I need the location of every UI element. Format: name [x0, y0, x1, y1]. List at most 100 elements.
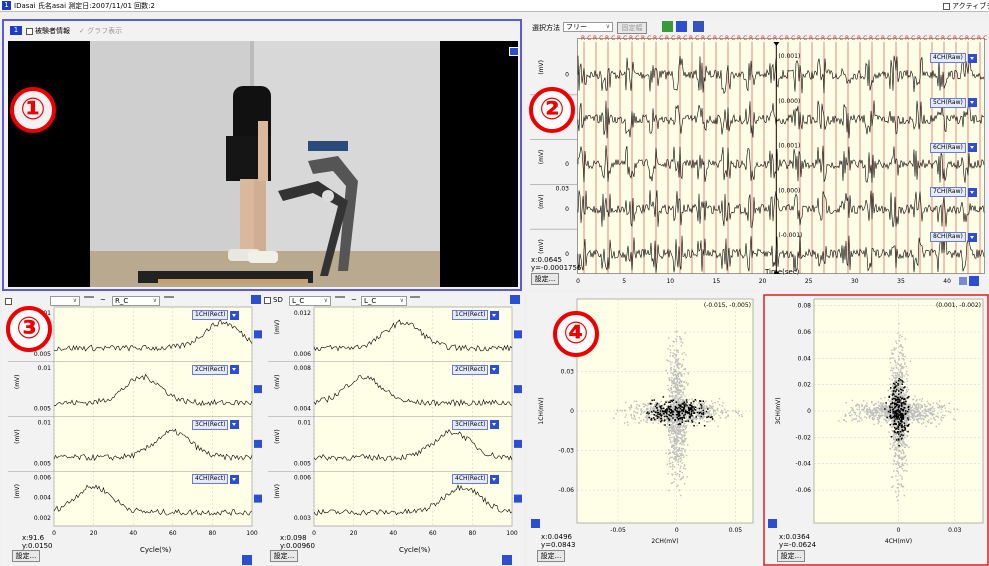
video-panel-number[interactable]: 1	[10, 26, 22, 35]
subject-info-checkbox[interactable]: 被験者情報	[26, 26, 70, 36]
rc-marker-label: R C	[929, 35, 939, 42]
data-number-badge[interactable]: 1	[2, 1, 11, 10]
channel-label[interactable]: 8CH(Raw)	[930, 232, 966, 243]
scatter-point	[689, 404, 691, 407]
scatter-point	[694, 406, 697, 408]
scatter-point-bg	[673, 390, 675, 393]
channel-label[interactable]: 4CH(Rect)	[192, 474, 229, 485]
averaged-emg-charts: 0 20 40 60 80 100 (mV) 0.01 0.005 1CH(Rect) (mV) 0.…	[8, 306, 522, 537]
zoom-plus-icon[interactable]	[969, 276, 979, 286]
channel-dropdown-icon[interactable]	[230, 365, 240, 375]
scatter-point-bg	[885, 406, 887, 408]
scatter-point	[902, 381, 904, 383]
scatter-point-bg	[666, 426, 669, 428]
channel-dropdown-icon[interactable]	[230, 420, 240, 429]
channel-dropdown-icon[interactable]	[490, 310, 500, 320]
channel-label[interactable]: 1CH(Rect)	[452, 310, 489, 320]
scatter-point-bg	[897, 355, 899, 357]
scatter-point-bg	[906, 470, 908, 472]
right-settings-button[interactable]: 設定...	[270, 550, 298, 562]
scatter-point-bg	[680, 465, 682, 468]
scatter-point-bg	[896, 392, 898, 395]
scatter-point-bg	[674, 370, 676, 373]
rc-marker-label: R C	[953, 35, 963, 42]
scatter-left-settings[interactable]: 設定...	[537, 550, 565, 562]
scatter-point-bg	[906, 463, 908, 465]
channel-label[interactable]: 5CH(Raw)	[930, 97, 966, 108]
video-expand-icon[interactable]	[509, 47, 519, 56]
channel-dropdown-icon[interactable]	[490, 474, 500, 484]
checkbox-box[interactable]	[26, 27, 33, 35]
active-data-checkbox[interactable]: アクティブデー	[943, 1, 989, 11]
scatter-point-bg	[670, 440, 672, 443]
scatter-point-bg	[674, 478, 676, 480]
scatter-point-bg	[667, 360, 669, 362]
scatter-point-bg	[879, 409, 881, 411]
scatter-point-bg	[672, 383, 674, 385]
channel-dropdown-icon[interactable]	[230, 310, 240, 320]
scatter-point	[898, 377, 900, 380]
scatter-point-bg	[901, 456, 903, 458]
scatter-point	[650, 419, 652, 421]
scatter-point-bg	[687, 373, 689, 375]
settings-button[interactable]: 設定...	[531, 273, 559, 285]
rc-marker-label: R C	[893, 35, 903, 42]
scatter-point-bg	[671, 380, 673, 383]
scatter-point	[893, 413, 896, 415]
scatter-point-bg	[712, 402, 714, 405]
scatter-point-bg	[898, 322, 900, 325]
scatter-point-bg	[678, 372, 681, 374]
scatter-point-bg	[902, 395, 904, 397]
channel-dropdown-icon[interactable]	[967, 98, 977, 108]
channel-dropdown-icon[interactable]	[230, 474, 240, 484]
channel-label[interactable]: 7CH(Raw)	[930, 187, 966, 198]
left-settings-button[interactable]: 設定...	[12, 550, 40, 562]
scatter-point	[898, 433, 900, 435]
channel-label[interactable]: 4CH(Rect)	[452, 474, 489, 485]
channel-label[interactable]: 1CH(Rect)	[192, 310, 229, 320]
scatter-point-bg	[944, 414, 946, 417]
scatter-point-bg	[667, 388, 669, 390]
scatter-point-bg	[643, 405, 645, 408]
channel-ylabel: (mV)	[274, 374, 281, 389]
scatter-right-settings[interactable]: 設定...	[777, 550, 805, 562]
scatter-point-bg	[898, 340, 900, 342]
scatter-point-bg	[903, 375, 905, 377]
checkbox-box[interactable]	[943, 2, 950, 10]
left-zoom-plus-icon[interactable]	[242, 555, 252, 565]
scatter-point	[893, 410, 896, 413]
channel-dropdown-icon[interactable]	[490, 365, 500, 375]
scatter-point-bg	[621, 409, 623, 412]
scatter-point-bg	[632, 418, 635, 420]
rc-marker-label: R C	[881, 35, 891, 42]
scatter-point	[898, 410, 901, 413]
right-zoom-plus-icon[interactable]	[502, 555, 512, 565]
scatter-point-bg	[909, 360, 912, 362]
channel-dropdown-icon[interactable]	[967, 187, 977, 197]
channel-label[interactable]: 2CH(Rect)	[452, 364, 489, 375]
channel-dropdown-icon[interactable]	[967, 232, 977, 242]
channel-label[interactable]: 3CH(Rect)	[452, 419, 489, 430]
scatter-point	[902, 429, 905, 432]
channel-dropdown-icon[interactable]	[490, 420, 500, 429]
channel-label[interactable]: 4CH(Raw)	[930, 53, 966, 63]
channel-label[interactable]: 6CH(Raw)	[930, 142, 966, 153]
channel-label[interactable]: 3CH(Rect)	[192, 419, 229, 430]
scatter-point-bg	[616, 409, 619, 411]
scatter-point-bg	[679, 452, 681, 455]
graph-display-checkbox[interactable]: ✓ グラフ表示	[79, 26, 122, 36]
scatter-point	[665, 415, 668, 418]
scatter-point-bg	[863, 400, 865, 402]
zoom-minus-icon[interactable]	[959, 277, 967, 285]
channel-dropdown-icon[interactable]	[967, 53, 977, 63]
scatter-point-bg	[879, 414, 881, 417]
scatter-point	[895, 428, 897, 430]
channel-label[interactable]: 2CH(Rect)	[192, 364, 229, 375]
scatter-point-bg	[899, 429, 902, 431]
scatter-point-bg	[927, 408, 929, 410]
scatter-point-bg	[933, 408, 935, 410]
scatter-point-bg	[676, 446, 678, 448]
channel-dropdown-icon[interactable]	[967, 143, 977, 153]
scatter-point-bg	[675, 448, 677, 450]
scatter-point-bg	[906, 408, 909, 410]
